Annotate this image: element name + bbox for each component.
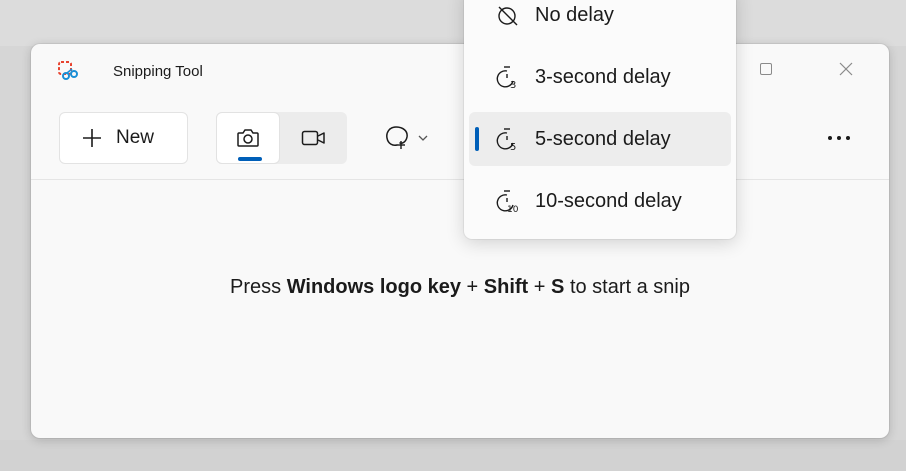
hint-suffix: to start a snip xyxy=(569,276,690,298)
more-icon-dot xyxy=(846,136,850,140)
timer-5-icon: 5 xyxy=(496,128,516,152)
new-button-label: New xyxy=(116,127,155,148)
selected-item-indicator xyxy=(475,127,479,151)
record-mode-button[interactable] xyxy=(282,112,346,164)
toolbar-divider xyxy=(31,179,889,180)
selected-mode-indicator xyxy=(238,157,262,161)
capture-mode-toggle xyxy=(216,112,347,164)
svg-text:5: 5 xyxy=(510,142,516,152)
hint-plus: + xyxy=(533,276,546,298)
toolbar: New xyxy=(31,100,889,180)
chevron-down-icon xyxy=(418,135,428,141)
menu-item-label: 10-second delay xyxy=(535,190,682,212)
camera-icon xyxy=(237,129,259,147)
no-delay-timer-icon xyxy=(498,6,518,26)
hint-key-windows: Windows logo key xyxy=(286,276,461,298)
hint-prefix: Press xyxy=(230,276,282,298)
snip-mode-button[interactable] xyxy=(216,112,280,164)
menu-item-3-second-delay[interactable]: 3 3-second delay xyxy=(469,50,731,104)
video-camera-icon xyxy=(301,130,325,146)
delay-menu: No delay 3 3-second delay 5 5-second del… xyxy=(464,0,736,239)
menu-item-no-delay[interactable]: No delay xyxy=(469,0,731,42)
more-icon-dot xyxy=(837,136,841,140)
snipping-tool-app-icon xyxy=(58,61,78,80)
svg-text:10: 10 xyxy=(507,205,519,214)
svg-text:3: 3 xyxy=(510,80,516,90)
title-bar[interactable]: Snipping Tool xyxy=(31,44,889,100)
more-icon xyxy=(828,136,832,140)
hint-plus: + xyxy=(466,276,479,298)
freeform-shape-icon xyxy=(386,126,408,149)
more-options-button[interactable] xyxy=(819,126,859,150)
menu-item-10-second-delay[interactable]: 10 10-second delay xyxy=(469,174,731,228)
maximize-icon xyxy=(760,63,772,75)
desktop-background-bottom xyxy=(0,440,906,471)
hint-key-s: S xyxy=(551,276,565,298)
maximize-button[interactable] xyxy=(744,54,788,84)
menu-item-label: 5-second delay xyxy=(535,128,671,150)
snipping-tool-window: Snipping Tool New Press Windows logo key… xyxy=(31,44,889,438)
hint-key-shift: Shift xyxy=(483,276,529,298)
snip-hint-text: Press Windows logo key + Shift + S to st… xyxy=(31,276,889,299)
close-button[interactable] xyxy=(824,54,868,84)
timer-10-icon: 10 xyxy=(496,190,519,214)
menu-item-label: No delay xyxy=(535,4,614,26)
menu-item-5-second-delay[interactable]: 5 5-second delay xyxy=(469,112,731,166)
desktop-background xyxy=(0,0,906,46)
new-snip-button[interactable]: New xyxy=(59,112,188,164)
snip-shape-dropdown[interactable] xyxy=(383,120,441,156)
app-title: Snipping Tool xyxy=(113,63,203,80)
plus-icon xyxy=(83,129,101,147)
menu-item-label: 3-second delay xyxy=(535,66,671,88)
timer-3-icon: 3 xyxy=(496,66,516,90)
close-icon xyxy=(839,62,853,76)
